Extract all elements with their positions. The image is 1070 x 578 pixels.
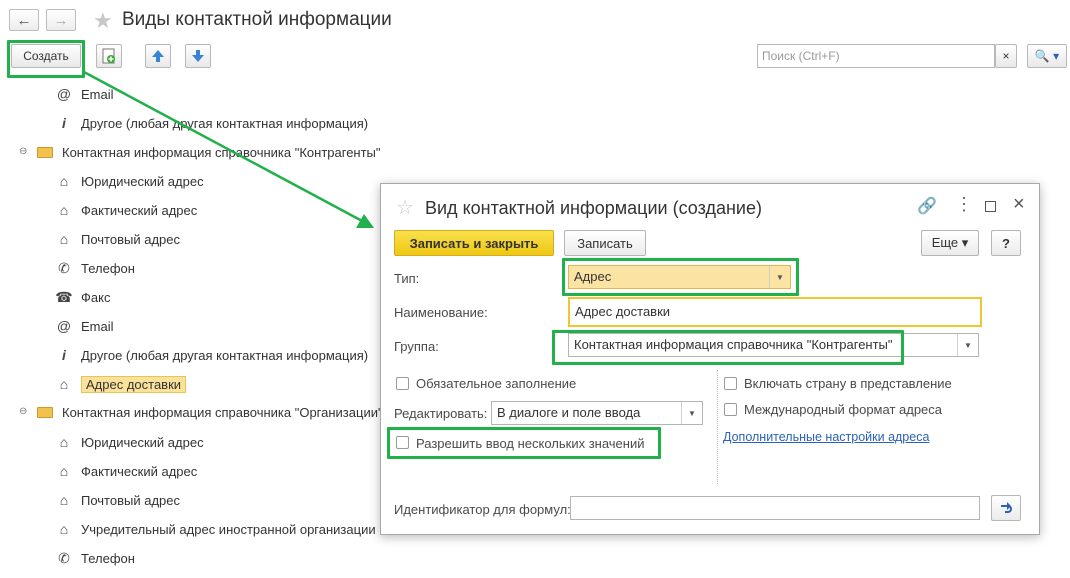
include-country-label: Включать страну в представление [744, 376, 952, 391]
include-country-checkbox[interactable] [724, 377, 737, 390]
help-button[interactable]: ? [991, 230, 1021, 256]
intl-format-label: Международный формат адреса [744, 402, 943, 417]
maximize-icon[interactable] [985, 201, 996, 212]
type-highlight [562, 258, 799, 296]
formula-id-input[interactable] [570, 496, 980, 520]
intl-format-checkbox[interactable] [724, 403, 737, 416]
save-and-close-button[interactable]: Записать и закрыть [394, 230, 554, 256]
link-icon[interactable]: 🔗 [917, 196, 937, 216]
required-label: Обязательное заполнение [416, 376, 577, 391]
formula-id-label: Идентификатор для формул: [394, 502, 571, 517]
address-settings-link[interactable]: Дополнительные настройки адреса [723, 430, 929, 444]
favorite-star-icon[interactable]: ☆ [396, 195, 414, 220]
group-label: Группа: [394, 339, 439, 354]
dropdown-arrow-icon[interactable]: ▼ [681, 402, 702, 424]
save-button[interactable]: Записать [564, 230, 646, 256]
more-menu-button[interactable]: Еще ▾ [921, 230, 979, 256]
dialog-window: ☆ Вид контактной информации (создание) 🔗… [380, 183, 1040, 535]
dialog-title: Вид контактной информации (создание) [425, 198, 762, 218]
required-checkbox[interactable] [396, 377, 409, 390]
close-icon[interactable]: × [1013, 193, 1025, 216]
name-input[interactable]: Адрес доставки [568, 297, 982, 327]
type-label: Тип: [394, 271, 420, 286]
redo-arrow-icon [1001, 502, 1012, 513]
edit-value: В диалоге и поле ввода [497, 405, 641, 420]
formula-id-button[interactable] [991, 495, 1021, 521]
more-vert-icon[interactable]: ⋮ [955, 194, 973, 215]
dropdown-arrow-icon[interactable]: ▼ [957, 334, 978, 356]
edit-select[interactable]: В диалоге и поле ввода ▼ [491, 401, 703, 425]
edit-label: Редактировать: [394, 406, 488, 421]
multi-values-highlight [387, 427, 661, 459]
vertical-separator [717, 370, 718, 484]
group-highlight [552, 330, 904, 365]
name-label: Наименование: [394, 305, 488, 320]
